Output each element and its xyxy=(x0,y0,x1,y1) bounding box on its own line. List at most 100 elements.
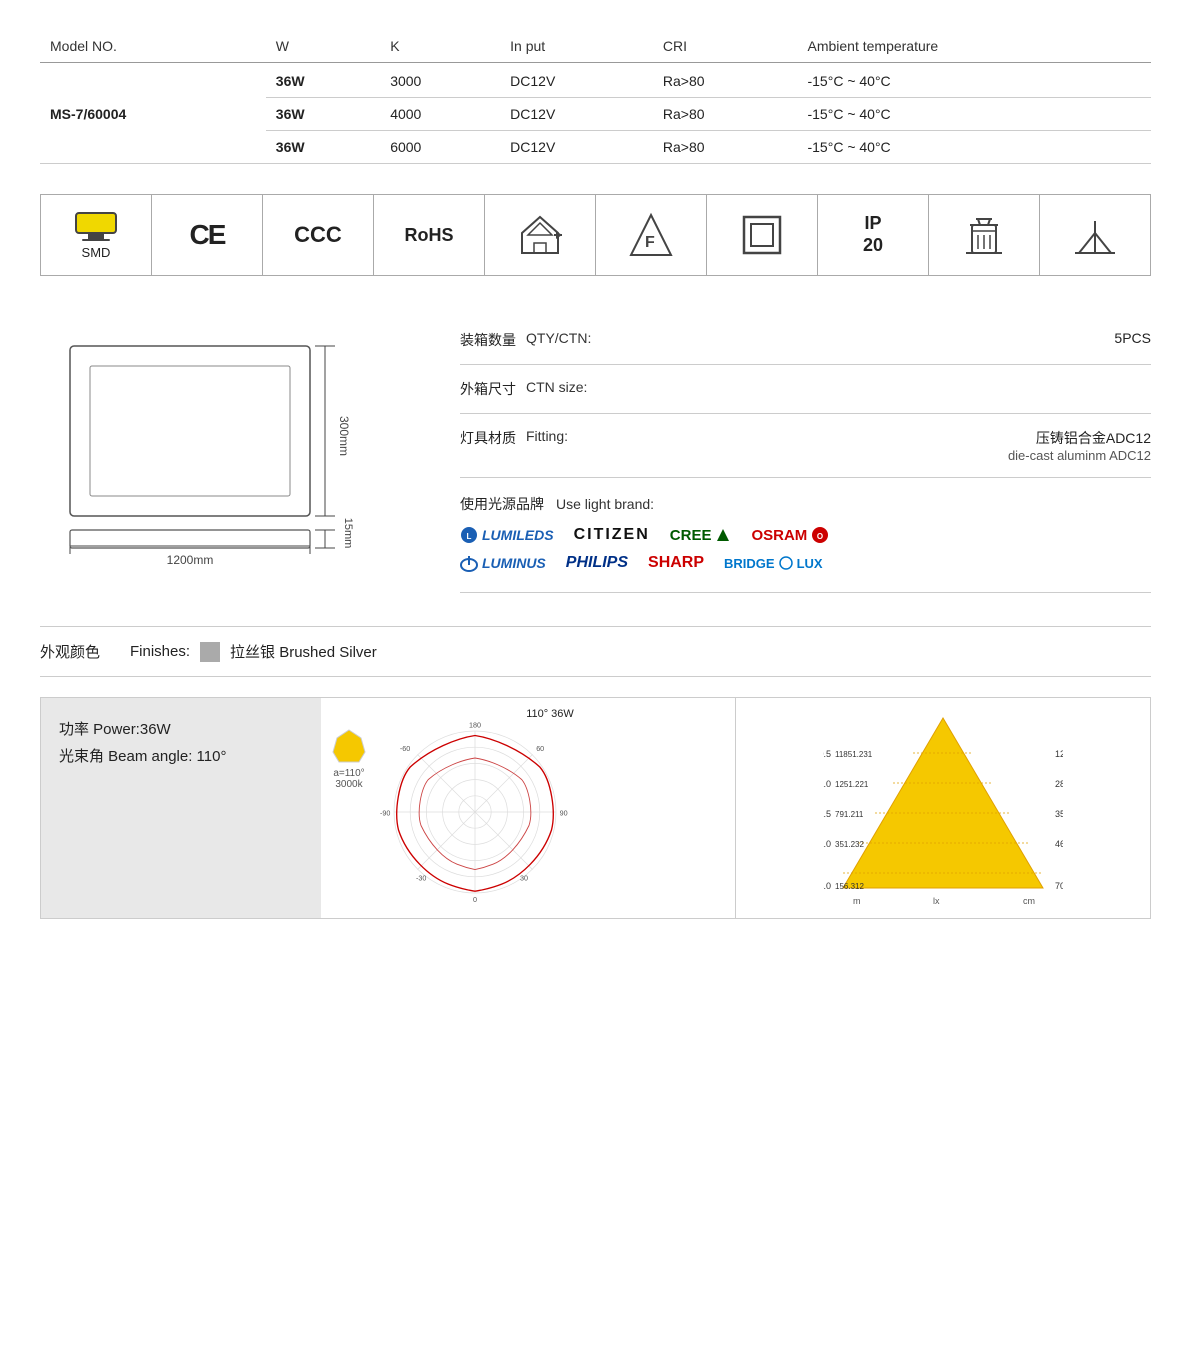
svg-text:11851.231: 11851.231 xyxy=(835,750,873,759)
svg-text:-30: -30 xyxy=(416,873,426,882)
cell-temp: -15°C ~ 40°C xyxy=(797,131,1151,164)
ccc-icon: CCC xyxy=(294,222,342,248)
brand-label-en: Use light brand: xyxy=(556,496,654,512)
legs-icon xyxy=(1073,213,1117,257)
svg-text:35.09: 35.09 xyxy=(1055,809,1063,819)
polar-title: 110° 36W xyxy=(375,708,725,720)
cell-k: 3000 xyxy=(380,63,500,98)
class2-icon xyxy=(742,215,782,255)
certification-row: SMD CE CCC RoHS F IP20 xyxy=(40,194,1151,276)
product-diagram: 300mm 1200mm 15mm xyxy=(40,316,400,596)
svg-text:300mm: 300mm xyxy=(337,416,351,456)
cell-input: DC12V xyxy=(500,98,653,131)
svg-text:791.211: 791.211 xyxy=(835,810,864,819)
ctn-label-cn: 外箱尺寸 xyxy=(460,379,516,399)
fitting-label-cn: 灯具材质 xyxy=(460,428,516,448)
brand-luminus: LUMINUS xyxy=(460,554,546,572)
cell-w: 36W xyxy=(266,98,380,131)
beam-angle-label: 光束角 Beam angle: 110° xyxy=(59,745,303,766)
weee-icon xyxy=(964,213,1004,257)
brand-osram: OSRAM O xyxy=(751,526,829,544)
polar-diagram-svg: 180 90 -90 60 -60 30 -30 0 xyxy=(375,722,575,902)
cell-model: MS-7/60004 xyxy=(40,63,266,164)
color-swatch-silver xyxy=(200,642,220,662)
spec-row-fitting: 灯具材质 Fitting: 压铸铝合金ADC12 die-cast alumin… xyxy=(460,414,1151,478)
table-row: MS-7/6000436W3000DC12VRa>80-15°C ~ 40°C xyxy=(40,63,1151,98)
light-shape-icon xyxy=(331,728,367,764)
svg-text:156.312: 156.312 xyxy=(835,882,864,891)
cert-legs xyxy=(1040,195,1150,275)
svg-text:1200mm: 1200mm xyxy=(167,553,214,567)
qty-label-en: QTY/CTN: xyxy=(526,330,626,346)
polar-a-label: a=110° xyxy=(333,768,364,779)
smd-icon xyxy=(72,211,120,243)
svg-text:3.0: 3.0 xyxy=(823,881,831,891)
svg-text:F: F xyxy=(645,234,655,251)
svg-text:70.18: 70.18 xyxy=(1055,881,1063,891)
beam-distribution-svg: 0.5 1.0 1.5 2.0 3.0 11851.231 1251.221 7… xyxy=(823,708,1063,908)
cell-input: DC12V xyxy=(500,131,653,164)
smd-label: SMD xyxy=(82,245,111,260)
brand-bridgelux: BRIDGE LUX xyxy=(724,556,823,571)
col-w: W xyxy=(266,30,380,63)
beam-chart: 0.5 1.0 1.5 2.0 3.0 11851.231 1251.221 7… xyxy=(736,698,1150,918)
brand-sharp: SHARP xyxy=(648,554,704,572)
finishes-label-cn: 外观颜色 xyxy=(40,641,100,662)
diagram-area: 300mm 1200mm 15mm xyxy=(40,316,420,596)
cert-ccc: CCC xyxy=(263,195,374,275)
spec-row-ctn: 外箱尺寸 CTN size: xyxy=(460,365,1151,414)
polar-k-label: 3000k xyxy=(335,779,362,790)
power-info: 功率 Power:36W 光束角 Beam angle: 110° xyxy=(41,698,321,918)
col-k: K xyxy=(380,30,500,63)
brand-philips: PHILIPS xyxy=(566,554,628,572)
cert-ip20: IP20 xyxy=(818,195,929,275)
svg-text:90: 90 xyxy=(560,809,568,818)
svg-text:28.73: 28.73 xyxy=(1055,779,1063,789)
polar-chart: a=110° 3000k 110° 36W xyxy=(321,698,736,918)
svg-text:-90: -90 xyxy=(380,809,390,818)
svg-text:1.5: 1.5 xyxy=(823,809,831,819)
cell-cri: Ra>80 xyxy=(653,63,798,98)
svg-text:cm: cm xyxy=(1023,896,1035,906)
cell-w: 36W xyxy=(266,63,380,98)
power-label: 功率 Power:36W xyxy=(59,718,303,739)
cert-weee xyxy=(929,195,1040,275)
svg-text:12.36: 12.36 xyxy=(1055,749,1063,759)
cell-w: 36W xyxy=(266,131,380,164)
ip20-icon: IP20 xyxy=(863,213,883,256)
cell-k: 6000 xyxy=(380,131,500,164)
cell-temp: -15°C ~ 40°C xyxy=(797,98,1151,131)
svg-text:15mm: 15mm xyxy=(342,518,354,549)
svg-text:m: m xyxy=(853,896,861,906)
cell-temp: -15°C ~ 40°C xyxy=(797,63,1151,98)
cell-cri: Ra>80 xyxy=(653,131,798,164)
qty-label-cn: 装箱数量 xyxy=(460,330,516,350)
svg-text:O: O xyxy=(817,532,823,541)
finishes-section: 外观颜色 Finishes: 拉丝银 Brushed Silver xyxy=(40,626,1151,677)
brands-row1: L LUMILEDS CITIZEN CREE OSRAM O xyxy=(460,526,1151,544)
brand-section: 使用光源品牌 Use light brand: L LUMILEDS CITIZ… xyxy=(460,478,1151,593)
svg-text:0: 0 xyxy=(473,895,477,902)
fitting-value-en: die-cast aluminm ADC12 xyxy=(1008,448,1151,463)
brands-row2: LUMINUS PHILIPS SHARP BRIDGE LUX xyxy=(460,554,1151,572)
svg-text:60: 60 xyxy=(536,744,544,753)
svg-text:46.45: 46.45 xyxy=(1055,839,1063,849)
brand-citizen: CITIZEN xyxy=(574,526,650,544)
cell-input: DC12V xyxy=(500,63,653,98)
finishes-color-label: 拉丝银 Brushed Silver xyxy=(230,641,377,662)
svg-text:351.232: 351.232 xyxy=(835,840,864,849)
cert-smd: SMD xyxy=(41,195,152,275)
brand-cree: CREE xyxy=(670,527,732,544)
svg-text:30: 30 xyxy=(520,873,528,882)
svg-text:L: L xyxy=(467,532,472,541)
cell-cri: Ra>80 xyxy=(653,98,798,131)
brand-lumileds: L LUMILEDS xyxy=(460,526,554,544)
fitting-value-cn: 压铸铝合金ADC12 xyxy=(1008,428,1151,448)
svg-text:1.0: 1.0 xyxy=(823,779,831,789)
cert-house xyxy=(485,195,596,275)
specs-table: Model NO. W K In put CRI Ambient tempera… xyxy=(40,30,1151,164)
qty-value: 5PCS xyxy=(1114,330,1151,346)
brand-label-cn: 使用光源品牌 xyxy=(460,494,544,514)
cert-ce: CE xyxy=(152,195,263,275)
svg-text:0.5: 0.5 xyxy=(823,749,831,759)
